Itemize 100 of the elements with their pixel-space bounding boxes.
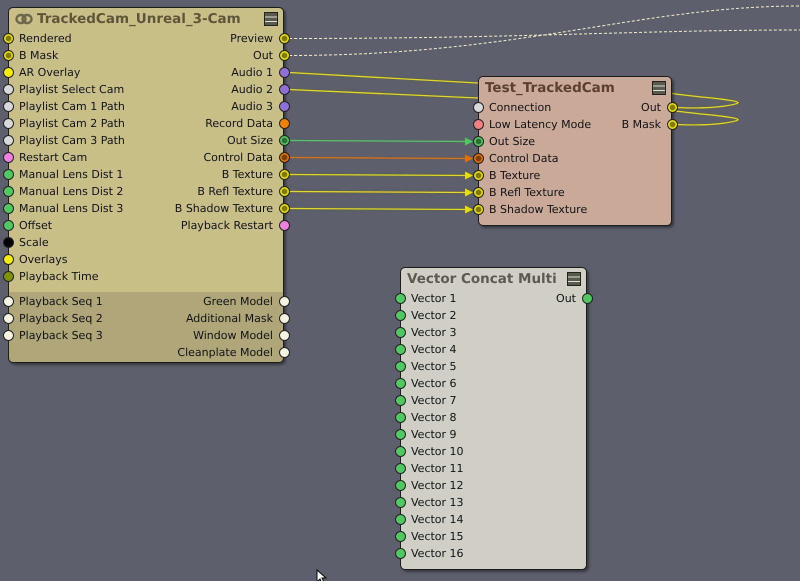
input-port[interactable] [394,548,406,559]
connection-wire[interactable] [288,88,478,99]
connection-wire[interactable] [288,30,800,39]
port-label: Vector 2 [411,309,457,322]
port-label: Playback Time [19,270,98,283]
input-port[interactable] [2,33,14,44]
port-label: Vector 15 [411,530,464,543]
input-port[interactable] [2,220,14,231]
menu-icon[interactable] [264,12,278,26]
port-label: Offset [19,219,52,232]
port-label: Vector 12 [411,479,464,492]
menu-icon[interactable] [652,81,666,95]
input-port[interactable] [394,480,406,491]
port-label: AR Overlay [19,66,80,79]
port-label: Cleanplate Model [177,346,273,359]
port-label: Manual Lens Dist 3 [19,202,124,215]
input-port[interactable] [2,118,14,129]
port-label: Manual Lens Dist 1 [19,168,124,181]
port-label: B Texture [222,168,273,181]
input-port[interactable] [2,186,14,197]
port-label: B Texture [489,169,540,182]
port-label: Window Model [193,329,273,342]
port-label: Out [641,101,661,114]
input-port[interactable] [2,330,14,341]
port-label: B Mask [622,118,661,131]
port-label: Restart Cam [19,151,88,164]
port-label: Vector 8 [411,411,457,424]
input-port[interactable] [2,50,14,61]
port-label: Playback Seq 3 [19,329,103,342]
port-label: Vector 10 [411,445,464,458]
port-label: Low Latency Mode [489,118,592,131]
input-port[interactable] [394,327,406,338]
port-label: Vector 14 [411,513,464,526]
input-port[interactable] [472,170,484,181]
input-port[interactable] [394,293,406,304]
input-port[interactable] [2,313,14,324]
connection-wire[interactable] [288,72,478,84]
port-label: B Shadow Texture [489,203,588,216]
input-port[interactable] [394,344,406,355]
input-port[interactable] [394,395,406,406]
port-label: B Refl Texture [489,186,565,199]
connection-wire[interactable] [672,92,739,108]
node-title: Test_TrackedCam [485,80,615,96]
port-label: Vector 3 [411,326,457,339]
input-port[interactable] [472,153,484,164]
port-label: Out [253,49,273,62]
input-port[interactable] [2,135,14,146]
input-port[interactable] [394,531,406,542]
input-port[interactable] [472,102,484,113]
input-port[interactable] [394,412,406,423]
input-port[interactable] [472,187,484,198]
input-port[interactable] [2,237,14,248]
node-background[interactable] [8,7,284,363]
node-title: TrackedCam_Unreal_3-Cam [37,11,241,27]
port-label: Rendered [19,32,72,45]
port-label: Control Data [489,152,559,165]
input-port[interactable] [394,378,406,389]
input-port[interactable] [394,446,406,457]
port-label: Out Size [489,135,536,148]
port-label: Vector 4 [411,343,457,356]
node-background[interactable] [400,267,587,570]
input-port[interactable] [394,361,406,372]
port-label: B Mask [19,49,58,62]
port-label: Vector 6 [411,377,457,390]
input-port[interactable] [2,271,14,282]
port-label: Audio 3 [231,100,273,113]
port-label: Playback Restart [180,219,273,232]
input-port[interactable] [472,119,484,130]
port-label: Green Model [203,295,273,308]
port-label: Playlist Cam 3 Path [19,134,125,147]
port-label: Vector 1 [411,292,457,305]
node-background[interactable] [478,76,672,226]
port-label: Out [556,292,576,305]
node-title: Vector Concat Multi [407,271,557,287]
input-port[interactable] [2,84,14,95]
input-port[interactable] [394,497,406,508]
port-label: Vector 7 [411,394,457,407]
port-label: Playback Seq 2 [19,312,103,325]
port-label: Manual Lens Dist 2 [19,185,124,198]
input-port[interactable] [2,101,14,112]
port-label: Playlist Cam 2 Path [19,117,125,130]
port-label: Record Data [205,117,273,130]
input-port[interactable] [2,169,14,180]
port-label: Vector 9 [411,428,457,441]
input-port[interactable] [2,152,14,163]
port-label: Vector 13 [411,496,464,509]
input-port[interactable] [2,67,14,78]
port-label: Vector 16 [411,547,464,560]
input-port[interactable] [472,204,484,215]
port-label: Additional Mask [186,312,273,325]
port-label: B Shadow Texture [174,202,273,215]
input-port[interactable] [394,429,406,440]
input-port[interactable] [2,296,14,307]
input-port[interactable] [2,254,14,265]
input-port[interactable] [472,136,484,147]
input-port[interactable] [394,310,406,321]
input-port[interactable] [2,203,14,214]
input-port[interactable] [394,463,406,474]
input-port[interactable] [394,514,406,525]
menu-icon[interactable] [567,272,581,286]
